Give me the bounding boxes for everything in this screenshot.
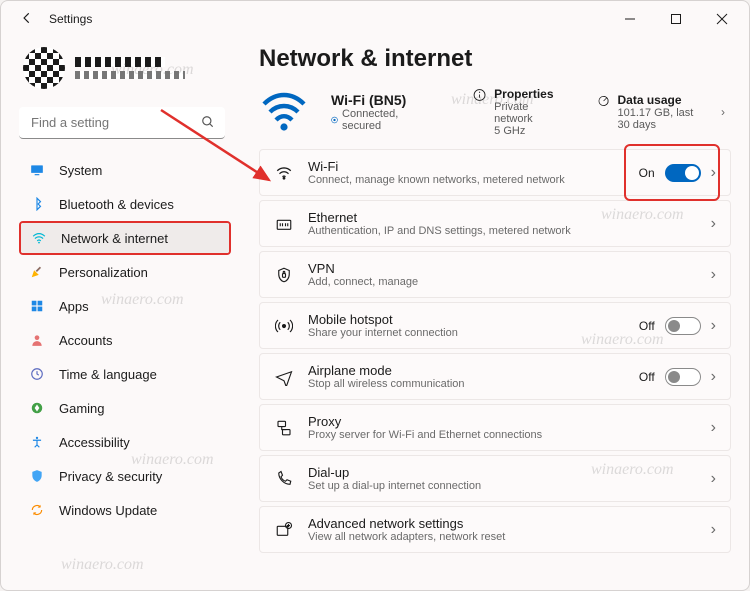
apps-icon (29, 298, 45, 314)
avatar (23, 47, 65, 89)
nav: System Bluetooth & devices Network & int… (19, 153, 231, 527)
personalization-icon (29, 264, 45, 280)
user-name-redacted (75, 57, 165, 67)
accessibility-icon (29, 434, 45, 450)
sidebar-item-label: Time & language (59, 367, 157, 382)
hero-status: Connected, secured (331, 108, 411, 132)
sidebar-item-label: Bluetooth & devices (59, 197, 174, 212)
chevron-right-icon[interactable]: › (711, 215, 716, 233)
ethernet-icon (274, 214, 294, 234)
user-block[interactable] (19, 43, 231, 101)
system-icon (29, 162, 45, 178)
gaming-icon (29, 400, 45, 416)
page-title: Network & internet (259, 45, 731, 73)
back-button[interactable] (17, 11, 37, 28)
airplane-toggle[interactable] (665, 368, 701, 386)
proxy-icon (274, 418, 294, 438)
accounts-icon (29, 332, 45, 348)
row-vpn[interactable]: VPNAdd, connect, manage › (259, 251, 731, 298)
chevron-right-icon[interactable]: › (711, 521, 716, 539)
time-icon (29, 366, 45, 382)
airplane-icon (274, 367, 294, 387)
chevron-right-icon[interactable]: › (711, 164, 716, 182)
hero-data-usage[interactable]: Data usage101.17 GB, last 30 days (598, 93, 699, 131)
hotspot-icon (274, 316, 294, 336)
sidebar-item-label: Apps (59, 299, 89, 314)
sidebar-item-gaming[interactable]: Gaming (19, 391, 231, 425)
sidebar-item-label: Network & internet (61, 231, 168, 246)
sidebar-item-personalization[interactable]: Personalization (19, 255, 231, 289)
search-icon (201, 115, 215, 134)
sidebar-item-label: Accessibility (59, 435, 130, 450)
privacy-icon (29, 468, 45, 484)
sidebar-item-accessibility[interactable]: Accessibility (19, 425, 231, 459)
titlebar: Settings (1, 1, 749, 37)
sidebar-item-time[interactable]: Time & language (19, 357, 231, 391)
bluetooth-icon (29, 196, 45, 212)
sidebar-item-label: System (59, 163, 102, 178)
update-icon (29, 502, 45, 518)
row-airplane[interactable]: Airplane modeStop all wireless communica… (259, 353, 731, 400)
wifi-signal-icon (259, 92, 309, 132)
chevron-right-icon[interactable]: › (711, 470, 716, 488)
sidebar-item-label: Accounts (59, 333, 112, 348)
hotspot-toggle[interactable] (665, 317, 701, 335)
chevron-right-icon[interactable]: › (711, 419, 716, 437)
maximize-button[interactable] (653, 4, 699, 34)
chevron-right-icon[interactable]: › (711, 317, 716, 335)
close-button[interactable] (699, 4, 745, 34)
row-wifi[interactable]: Wi-FiConnect, manage known networks, met… (259, 149, 731, 196)
vpn-icon (274, 265, 294, 285)
sidebar-item-label: Privacy & security (59, 469, 162, 484)
row-proxy[interactable]: ProxyProxy server for Wi-Fi and Ethernet… (259, 404, 731, 451)
minimize-button[interactable] (607, 4, 653, 34)
sidebar: System Bluetooth & devices Network & int… (1, 37, 241, 590)
main-panel: Network & internet Wi-Fi (BN5) Connected… (241, 37, 749, 590)
user-email-redacted (75, 71, 185, 79)
sidebar-item-label: Gaming (59, 401, 105, 416)
row-advanced[interactable]: Advanced network settingsView all networ… (259, 506, 731, 553)
hero-ssid: Wi-Fi (BN5) (331, 92, 411, 108)
hero-properties[interactable]: PropertiesPrivate network 5 GHz (473, 87, 556, 137)
search-box[interactable] (19, 107, 225, 139)
chevron-right-icon[interactable]: › (711, 266, 716, 284)
chevron-right-icon[interactable]: › (711, 368, 716, 386)
wifi-icon (274, 163, 294, 183)
row-hotspot[interactable]: Mobile hotspotShare your internet connec… (259, 302, 731, 349)
wifi-toggle[interactable] (665, 164, 701, 182)
sidebar-item-system[interactable]: System (19, 153, 231, 187)
chevron-right-icon[interactable]: › (721, 105, 731, 119)
sidebar-item-label: Personalization (59, 265, 148, 280)
sidebar-item-privacy[interactable]: Privacy & security (19, 459, 231, 493)
sidebar-item-label: Windows Update (59, 503, 157, 518)
sidebar-item-network[interactable]: Network & internet (19, 221, 231, 255)
row-ethernet[interactable]: EthernetAuthentication, IP and DNS setti… (259, 200, 731, 247)
hero-row: Wi-Fi (BN5) Connected, secured Propertie… (259, 87, 731, 137)
window-title: Settings (49, 12, 92, 26)
network-icon (31, 230, 47, 246)
sidebar-item-accounts[interactable]: Accounts (19, 323, 231, 357)
row-dialup[interactable]: Dial-upSet up a dial-up internet connect… (259, 455, 731, 502)
sidebar-item-apps[interactable]: Apps (19, 289, 231, 323)
sidebar-item-bluetooth[interactable]: Bluetooth & devices (19, 187, 231, 221)
dialup-icon (274, 469, 294, 489)
settings-window: Settings System Blu (0, 0, 750, 591)
search-input[interactable] (19, 107, 225, 139)
advanced-icon (274, 520, 294, 540)
sidebar-item-update[interactable]: Windows Update (19, 493, 231, 527)
